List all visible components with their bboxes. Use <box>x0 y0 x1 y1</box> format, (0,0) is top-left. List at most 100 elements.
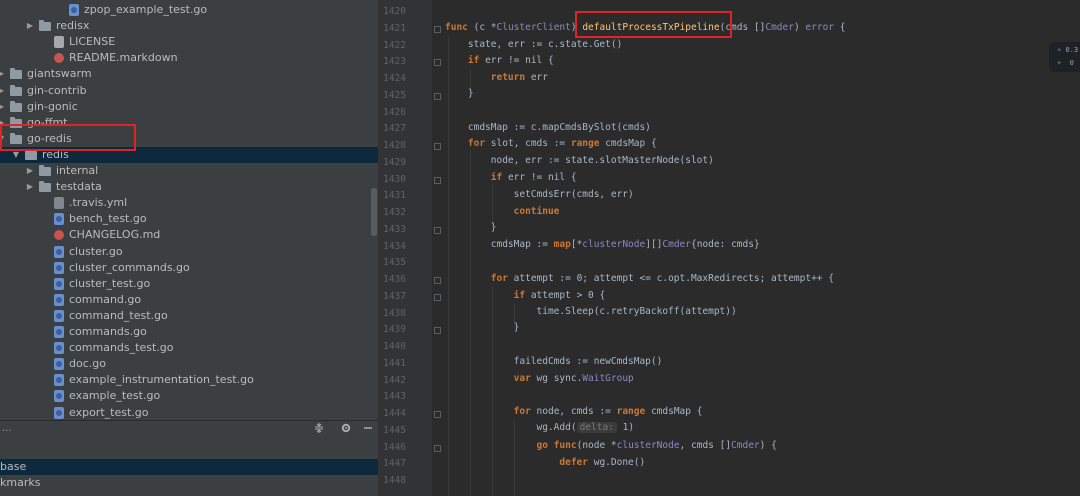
tree-item[interactable]: cluster_commands.go <box>0 260 378 276</box>
line-number: 1421 <box>383 22 406 34</box>
code-line-1436: for attempt := 0; attempt <= c.opt.MaxRe… <box>490 273 834 284</box>
line-number: 1440 <box>383 341 406 352</box>
chevron-right-icon[interactable]: ▶ <box>0 83 6 99</box>
chevron-right-icon[interactable]: ▶ <box>0 99 6 115</box>
highlight-box-go-redis <box>0 124 136 151</box>
tool-window-item-label: kmarks <box>0 476 41 489</box>
go-file-icon <box>54 326 64 338</box>
tree-item[interactable]: ▶ testdata <box>0 179 378 195</box>
tree-item[interactable]: example_test.go <box>0 388 378 404</box>
yaml-file-icon <box>54 197 64 210</box>
tree-item-label: gin-contrib <box>27 83 87 97</box>
folder-icon <box>39 165 51 176</box>
tree-item-label: testdata <box>56 180 102 194</box>
fold-marker-icon[interactable] <box>434 25 441 33</box>
markdown-file-icon <box>54 53 64 64</box>
tree-item[interactable]: bench_test.go <box>0 211 378 227</box>
tree-item-label: CHANGELOG.md <box>69 228 161 242</box>
collapse-icon[interactable] <box>312 422 326 436</box>
line-number: 1428 <box>383 140 406 151</box>
tree-item[interactable]: ▶ gin-gonic <box>0 99 378 115</box>
badge-value: 0 <box>1069 59 1074 67</box>
code-line-1424: return err <box>490 72 548 83</box>
line-number: 1426 <box>383 106 406 118</box>
line-number: 1438 <box>383 307 406 319</box>
tree-item[interactable]: commands_test.go <box>0 340 378 356</box>
line-number: 1433 <box>383 223 406 235</box>
code-line-1434: cmdsMap := map[*clusterNode][]Cmder{node… <box>445 239 760 250</box>
fold-marker-icon[interactable] <box>434 293 441 301</box>
tree-item[interactable]: ▶ giantswarm <box>0 66 378 82</box>
line-number: 1436 <box>383 274 406 285</box>
code-line-1422: state, err := c.state.Get() <box>445 39 623 50</box>
code-line-1447: defer wg.Done() <box>559 457 646 468</box>
tree-item[interactable]: ▶ redisx <box>0 18 378 34</box>
tree-item[interactable]: cluster.go <box>0 244 378 260</box>
code-editor[interactable]: 1420 1421 1422 1423 1424 1425 1426 1427 1428 1429… <box>378 0 1080 496</box>
tool-window-list: base kmarks <box>0 437 378 496</box>
go-file-icon <box>54 358 64 371</box>
code-line-1429: node, err := state.slotMasterNode(slot) <box>445 155 714 166</box>
tree-item[interactable]: example_instrumentation_test.go <box>0 372 378 388</box>
code-line-1444: for node, cmds := range cmdsMap { <box>513 406 703 417</box>
tree-item[interactable]: ▶ internal <box>0 163 378 179</box>
fold-marker-icon[interactable] <box>434 327 441 335</box>
line-number: 1443 <box>383 391 406 403</box>
tree-item-label: cluster.go <box>69 244 123 258</box>
minimize-icon[interactable] <box>361 422 375 436</box>
tool-window-title: ... <box>2 423 12 434</box>
project-panel: zpop_example_test.go ▶ redisx LICENSE README… <box>0 0 378 496</box>
code-line-1437: if attempt > 0 { <box>513 290 606 301</box>
fold-marker-icon[interactable] <box>434 277 441 284</box>
chevron-right-icon[interactable]: ▶ <box>0 66 6 82</box>
fold-marker-icon[interactable] <box>434 143 441 150</box>
tool-window-header: ... <box>0 420 378 437</box>
code-line-1441: failedCmds := newCmdsMap() <box>445 356 663 367</box>
tree-item[interactable]: CHANGELOG.md <box>0 227 378 243</box>
line-number: 1424 <box>383 73 406 84</box>
line-number: 1423 <box>383 56 406 68</box>
chevron-right-icon[interactable]: ▶ <box>25 163 35 179</box>
tree-scrollbar-thumb[interactable] <box>371 188 377 236</box>
line-number: 1434 <box>383 240 406 252</box>
line-number: 1420 <box>383 6 406 17</box>
tree-item[interactable]: ▶ gin-contrib <box>0 83 378 99</box>
folder-icon <box>39 181 51 193</box>
text-file-icon <box>54 36 64 49</box>
fold-marker-icon[interactable] <box>434 92 441 100</box>
code-line-1433: } <box>445 222 497 233</box>
tree-item[interactable]: command.go <box>0 292 378 308</box>
param-hint: delta: <box>576 422 617 433</box>
inspection-badge[interactable]: + 0.3 + 0 <box>1049 42 1080 72</box>
fold-marker-icon[interactable] <box>434 226 441 234</box>
tree-item-label: zpop_example_test.go <box>84 3 208 16</box>
tree-item-label: internal <box>56 164 99 177</box>
tree-item-label: commands.go <box>69 325 147 338</box>
tree-item[interactable]: zpop_example_test.go <box>0 2 378 18</box>
tool-window-item[interactable]: kmarks <box>0 475 378 491</box>
tree-item[interactable]: LICENSE <box>0 34 378 50</box>
tree-item[interactable]: command_test.go <box>0 308 378 324</box>
tree-item[interactable]: .travis.yml <box>0 195 378 211</box>
fold-marker-icon[interactable] <box>434 176 441 184</box>
tool-window-item-label: base <box>0 460 27 473</box>
tool-window-item[interactable]: base <box>0 459 378 475</box>
tree-item-label: cluster_commands.go <box>69 260 190 274</box>
chevron-right-icon[interactable]: ▶ <box>25 179 35 195</box>
gear-icon[interactable] <box>339 422 353 436</box>
fold-marker-icon[interactable] <box>434 444 441 452</box>
line-number: 1425 <box>383 89 406 101</box>
line-number: 1439 <box>383 324 406 336</box>
tree-item[interactable]: doc.go <box>0 356 378 372</box>
tree-item-label: gin-gonic <box>27 99 78 113</box>
line-number: 1444 <box>383 408 406 419</box>
tree-item[interactable]: export_test.go <box>0 405 378 421</box>
fold-marker-icon[interactable] <box>434 59 441 67</box>
tree-item[interactable]: commands.go <box>0 324 378 340</box>
tree-item-label: bench_test.go <box>69 212 147 226</box>
tree-item[interactable]: README.markdown <box>0 50 378 66</box>
tree-item-label: command.go <box>69 292 142 306</box>
tree-item[interactable]: cluster_test.go <box>0 276 378 292</box>
chevron-right-icon[interactable]: ▶ <box>25 18 35 34</box>
fold-marker-icon[interactable] <box>434 411 441 418</box>
